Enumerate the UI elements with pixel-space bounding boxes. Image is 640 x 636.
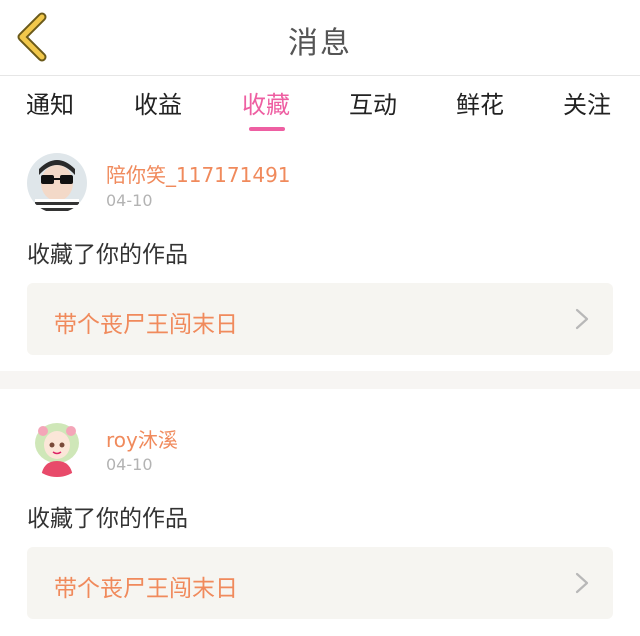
top-bar: 消息 [0, 0, 640, 76]
tab-notifications[interactable]: 通知 [26, 85, 74, 120]
username[interactable]: roy沐溪 [106, 424, 178, 453]
tab-earnings[interactable]: 收益 [134, 85, 182, 120]
work-title: 带个丧尸王闯末日 [54, 576, 238, 602]
avatar[interactable] [27, 153, 87, 213]
work-card[interactable]: 带个丧尸王闯末日 [27, 547, 613, 619]
section-divider [0, 371, 640, 389]
tab-favorites[interactable]: 收藏 [242, 85, 290, 120]
chevron-right-icon [575, 572, 589, 594]
avatar[interactable] [27, 417, 87, 477]
page-title: 消息 [288, 26, 352, 61]
timestamp: 04-10 [106, 191, 153, 210]
active-tab-indicator [249, 127, 285, 131]
timestamp: 04-10 [106, 455, 153, 474]
tab-flowers[interactable]: 鲜花 [456, 85, 504, 120]
chevron-right-icon [575, 308, 589, 330]
work-title: 带个丧尸王闯末日 [54, 312, 238, 338]
username[interactable]: 陪你笑_117171491 [106, 159, 291, 188]
tab-bar: 通知 收益 收藏 互动 鲜花 关注 [0, 77, 640, 133]
action-text: 收藏了你的作品 [27, 242, 188, 268]
work-card[interactable]: 带个丧尸王闯末日 [27, 283, 613, 355]
action-text: 收藏了你的作品 [27, 506, 188, 532]
tab-interactions[interactable]: 互动 [349, 85, 397, 120]
tab-following[interactable]: 关注 [563, 85, 611, 120]
